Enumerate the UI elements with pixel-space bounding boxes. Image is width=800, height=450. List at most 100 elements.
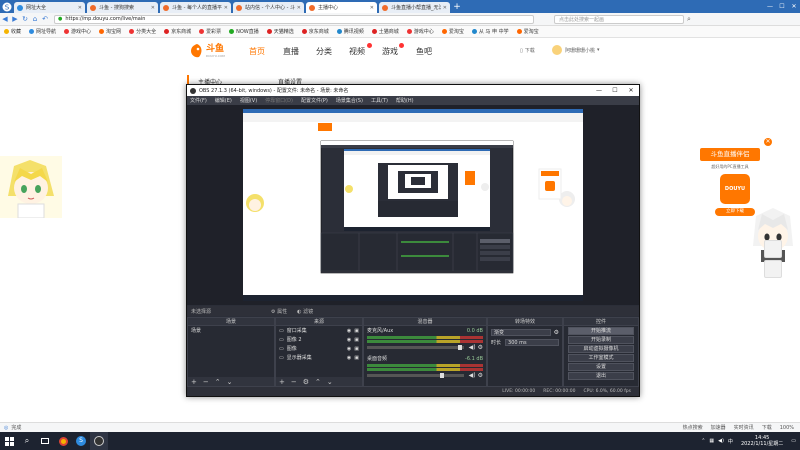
move-down-icon[interactable]: ⌄ xyxy=(327,378,333,386)
source-item[interactable]: ▭ 图像 2 ◉ ▣ xyxy=(276,335,362,344)
eye-icon[interactable]: ◉ xyxy=(347,337,351,343)
close-icon[interactable]: ✕ xyxy=(151,5,155,11)
gear-icon[interactable]: ⚙ xyxy=(303,378,309,386)
bookmark-item[interactable]: 爱淘宝 xyxy=(516,28,539,35)
menu-view[interactable]: 视图(V) xyxy=(240,97,257,104)
move-up-icon[interactable]: ⌃ xyxy=(215,378,221,386)
add-icon[interactable]: + xyxy=(191,378,197,386)
chevron-up-icon[interactable]: ⌃ xyxy=(701,438,705,444)
close-icon[interactable]: ✕ xyxy=(224,5,228,11)
maximize-icon[interactable]: ☐ xyxy=(776,0,788,13)
bookmark-item[interactable]: 收藏 xyxy=(4,28,21,35)
gear-icon[interactable]: ⚙ xyxy=(478,372,483,379)
task-view-icon[interactable] xyxy=(36,432,54,450)
volume-slider[interactable] xyxy=(367,373,464,378)
tab-1[interactable]: 斗鱼 - 搜狗搜索 ✕ xyxy=(87,2,158,13)
tab-3[interactable]: 站内信 - 个人中心 - 斗鱼 ✕ xyxy=(233,2,304,13)
eye-icon[interactable]: ◉ xyxy=(347,355,351,361)
browser-logo-icon[interactable]: S xyxy=(0,0,14,13)
back-icon[interactable]: ◀ xyxy=(0,13,10,26)
duration-input[interactable]: 300 ms xyxy=(505,339,559,346)
menu-tools[interactable]: 工具(T) xyxy=(371,97,388,104)
menu-help[interactable]: 帮助(H) xyxy=(396,97,414,104)
source-item[interactable]: ▭ 图像 ◉ ▣ xyxy=(276,344,362,353)
add-icon[interactable]: + xyxy=(279,378,285,386)
download-link[interactable]: ▯ 下载 xyxy=(520,47,535,55)
tab-4-active[interactable]: 主播中心 ✕ xyxy=(306,2,377,13)
close-icon[interactable]: ✕ xyxy=(370,5,374,11)
start-recording-button[interactable]: 开始录制 xyxy=(568,336,634,344)
menu-profile[interactable]: 配置文件(P) xyxy=(301,97,328,104)
bookmark-item[interactable]: 土猫商城 xyxy=(371,28,399,35)
user-menu[interactable]: 阿珊珊珊小桃 ▾ xyxy=(552,45,600,55)
tab-0[interactable]: 网址大全 ✕ xyxy=(14,2,85,13)
minimize-icon[interactable]: — xyxy=(591,87,607,94)
maximize-icon[interactable]: ☐ xyxy=(607,87,623,94)
tab-2[interactable]: 斗鱼 - 每个人的直播平台 ✕ xyxy=(160,2,231,13)
forward-icon[interactable]: ▶ xyxy=(10,13,20,26)
windows-start-icon[interactable] xyxy=(0,432,18,450)
close-icon[interactable]: ✕ xyxy=(297,5,301,11)
close-icon[interactable]: ✕ xyxy=(443,5,447,11)
gear-icon[interactable]: ⚙ xyxy=(554,329,559,336)
studio-mode-button[interactable]: 工作室模式 xyxy=(568,354,634,362)
search-input[interactable]: 点击此处搜索一起画 xyxy=(554,14,684,24)
close-icon[interactable]: ✕ xyxy=(764,138,772,146)
move-up-icon[interactable]: ⌃ xyxy=(315,378,321,386)
bookmark-item[interactable]: 京东商城 xyxy=(301,28,329,35)
url-input[interactable]: ● https://mp.douyu.com/live/main xyxy=(54,14,534,24)
settings-button[interactable]: 设置 xyxy=(568,363,634,371)
refresh-icon[interactable]: ↻ xyxy=(20,13,30,26)
ime-icon[interactable]: 中 xyxy=(728,438,733,445)
lock-icon[interactable]: ▣ xyxy=(354,355,359,361)
home-icon[interactable]: ⌂ xyxy=(30,13,40,26)
lock-icon[interactable]: ▣ xyxy=(354,328,359,334)
side-tool-button[interactable] xyxy=(764,240,782,258)
close-icon[interactable]: ✕ xyxy=(78,5,82,11)
new-tab-button[interactable]: + xyxy=(452,2,462,13)
bookmark-item[interactable]: 腾讯视频 xyxy=(336,28,364,35)
close-window-icon[interactable]: ✕ xyxy=(623,87,639,94)
network-icon[interactable]: ▦ xyxy=(709,438,714,444)
douyu-assistant-ad[interactable]: 斗鱼直播伴侣 超好用的PC直播工具 DOUYU 立即下载 xyxy=(700,148,770,238)
gear-icon[interactable]: ⚙ xyxy=(478,344,483,351)
bookmark-item[interactable]: 游戏中心 xyxy=(406,28,434,35)
bookmark-item[interactable]: 京东商城 xyxy=(164,28,191,35)
tab-5[interactable]: 斗鱼直播小帮直播_无法 ✕ xyxy=(379,2,450,13)
notification-icon[interactable]: ▭ xyxy=(791,438,796,444)
bookmark-item[interactable]: 游戏中心 xyxy=(64,28,91,35)
remove-icon[interactable]: − xyxy=(203,378,209,386)
speaker-icon[interactable]: ◀) xyxy=(469,372,476,379)
lock-icon[interactable]: ▣ xyxy=(354,337,359,343)
transition-select[interactable]: 渐变 xyxy=(491,329,551,336)
properties-button[interactable]: ⚙ 属性 xyxy=(271,308,287,315)
start-virtual-camera-button[interactable]: 启动虚拟摄像机 xyxy=(568,345,634,353)
menu-edit[interactable]: 编辑(E) xyxy=(215,97,232,104)
volume-slider[interactable] xyxy=(367,345,464,350)
search-icon[interactable]: ⌕ xyxy=(18,432,36,450)
nav-live[interactable]: 直播 xyxy=(283,46,299,57)
start-streaming-button[interactable]: 开始推流 xyxy=(568,327,634,335)
bookmark-item[interactable]: 淘宝网 xyxy=(99,28,121,35)
bookmark-item[interactable]: 天猫精选 xyxy=(266,28,294,35)
menu-file[interactable]: 文件(F) xyxy=(190,97,207,104)
scene-item[interactable]: 场景 xyxy=(188,326,274,335)
nav-category[interactable]: 分类 xyxy=(316,46,332,57)
undo-icon[interactable]: ↶ xyxy=(40,13,50,26)
nav-video[interactable]: 视频 xyxy=(349,46,365,57)
nav-home[interactable]: 首页 xyxy=(249,46,265,57)
clock[interactable]: 14:45 2022/1/11/星期二 xyxy=(741,435,783,447)
ad-download-button[interactable]: 立即下载 xyxy=(715,208,755,216)
douyu-logo[interactable]: 斗鱼 DOUYU.COM xyxy=(190,41,232,61)
sogou-browser-icon[interactable]: S xyxy=(72,432,90,450)
obs-title-bar[interactable]: OBS 27.1.3 (64-bit, windows) - 配置文件: 未命名… xyxy=(187,85,639,96)
eye-icon[interactable]: ◉ xyxy=(347,328,351,334)
bookmark-item[interactable]: NOW直播 xyxy=(229,28,259,35)
nav-fishbar[interactable]: 鱼吧 xyxy=(416,46,432,57)
move-down-icon[interactable]: ⌄ xyxy=(227,378,233,386)
bookmark-item[interactable]: 爱彩票 xyxy=(199,28,221,35)
volume-icon[interactable]: ◀) xyxy=(718,438,724,444)
side-tool-button[interactable] xyxy=(764,260,782,278)
bookmark-item[interactable]: 分类大全 xyxy=(129,28,156,35)
source-item[interactable]: ▭ 窗口采集 ◉ ▣ xyxy=(276,326,362,335)
